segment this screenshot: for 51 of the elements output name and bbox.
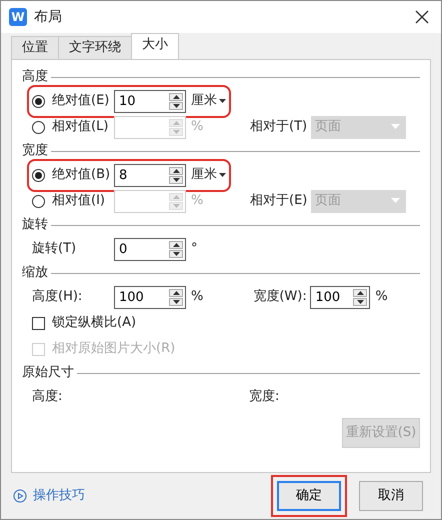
unit-label: % [375, 288, 388, 306]
up-triangle-icon [172, 194, 180, 198]
caret-icon [391, 124, 400, 130]
down-triangle-icon [172, 178, 180, 182]
relative-to-label: 相对于(T) [250, 118, 305, 136]
section-title: 原始尺寸 [22, 364, 74, 382]
down-triangle-icon [172, 204, 180, 208]
field-label: 高度: [32, 388, 64, 406]
up-triangle-icon [172, 242, 180, 246]
radio-option[interactable]: 绝对值(B) [32, 165, 114, 185]
field-label: 宽度(W): [253, 288, 308, 306]
section-title: 宽度 [22, 142, 48, 160]
up-triangle-icon [172, 168, 180, 172]
up-triangle-icon [172, 120, 180, 124]
caret-icon [219, 98, 226, 103]
tab[interactable]: 位置 [11, 36, 59, 59]
tab[interactable]: 大小 [131, 33, 179, 59]
section-title: 旋转 [22, 216, 48, 234]
close-icon[interactable] [415, 10, 429, 24]
unit-dropdown[interactable]: 厘米 [191, 91, 226, 111]
field-label: 宽度: [249, 388, 280, 406]
up-triangle-icon [172, 94, 180, 98]
down-triangle-icon [356, 300, 364, 304]
up-triangle-icon [356, 290, 364, 294]
app-icon: W [9, 8, 27, 26]
field-label: 旋转(T) [32, 240, 78, 258]
down-triangle-icon [172, 104, 180, 108]
caret-icon [219, 172, 226, 177]
down-triangle-icon [172, 300, 180, 304]
section-title: 缩放 [22, 264, 48, 282]
unit-label: % [191, 288, 204, 306]
relative-to-label: 相对于(E) [250, 192, 305, 210]
radio-option[interactable]: 绝对值(E) [32, 91, 114, 111]
checkbox-option[interactable]: 锁定纵横比(A) [32, 313, 136, 333]
play-circle-icon [13, 489, 27, 503]
field-label: 高度(H): [32, 288, 84, 306]
unit-label: % [191, 192, 204, 210]
unit-dropdown[interactable]: 厘米 [191, 165, 226, 185]
section-title: 高度 [22, 68, 48, 86]
tab[interactable]: 文字环绕 [58, 36, 132, 59]
down-triangle-icon [172, 130, 180, 134]
up-triangle-icon [172, 290, 180, 294]
caret-icon [391, 198, 400, 204]
unit-label: ° [191, 240, 198, 258]
unit-label: % [191, 118, 204, 136]
checkbox-option: 相对原始图片大小(R) [32, 339, 176, 359]
dialog-button[interactable]: 取消 [359, 481, 423, 511]
down-triangle-icon [172, 252, 180, 256]
dialog-button[interactable]: 确定 [277, 481, 341, 511]
help-link[interactable]: 操作技巧 [33, 486, 85, 506]
window-title: 布局 [34, 8, 63, 26]
